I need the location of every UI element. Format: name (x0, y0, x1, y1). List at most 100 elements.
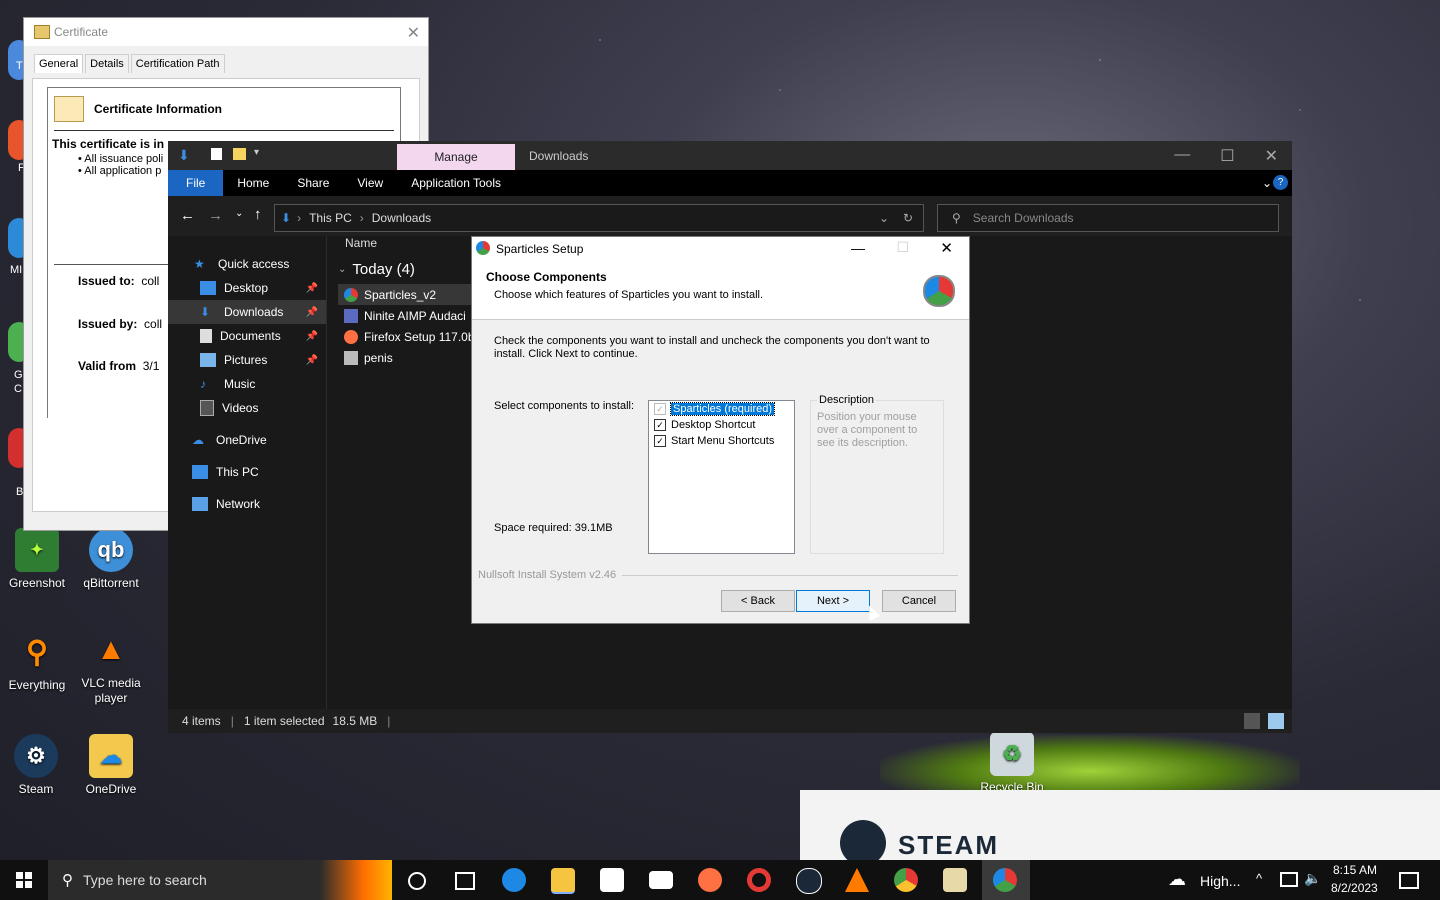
notifications-icon[interactable] (1399, 872, 1419, 889)
tab-certification-path[interactable]: Certification Path (130, 54, 225, 73)
breadcrumb-downloads[interactable]: Downloads (372, 211, 431, 225)
sparticles-setup-dialog[interactable]: Sparticles Setup — ☐ ✕ Choose Components… (471, 236, 970, 624)
weather-icon[interactable]: ☁ (1168, 869, 1186, 890)
setup-titlebar[interactable]: Sparticles Setup — ☐ ✕ (472, 237, 969, 261)
nav-music[interactable]: ♪ Music (168, 372, 326, 396)
maximize-icon[interactable]: ☐ (1220, 146, 1234, 166)
minimize-icon[interactable]: — (1174, 146, 1190, 166)
steam-startup-popup[interactable]: STEAM (800, 790, 1440, 866)
new-folder-icon[interactable] (233, 148, 246, 160)
file-explorer-icon[interactable] (551, 868, 575, 894)
checkbox[interactable]: ✓ (654, 419, 666, 431)
setup-header: Choose Components Choose which features … (472, 261, 969, 320)
microsoft-store-icon[interactable] (600, 868, 624, 892)
forward-arrow-icon[interactable]: → (208, 207, 223, 224)
close-icon[interactable]: ✕ (1265, 146, 1278, 166)
tab-file[interactable]: File (168, 170, 224, 196)
certificate-titlebar[interactable]: Certificate ✕ (24, 18, 428, 46)
nav-network[interactable]: Network (168, 492, 326, 516)
desktop-icon-qbittorrent[interactable]: qb qBittorrent (75, 528, 147, 590)
large-icons-view-icon[interactable] (1268, 713, 1284, 729)
certificate-window-icon[interactable] (943, 868, 967, 892)
file-item[interactable]: Sparticles_v2 (338, 284, 474, 305)
tab-share[interactable]: Share (283, 176, 343, 190)
desktop-icon-onedrive[interactable]: ☁ OneDrive (75, 734, 147, 796)
close-icon[interactable]: ✕ (940, 239, 953, 257)
mail-icon[interactable] (649, 871, 673, 889)
properties-icon[interactable] (211, 148, 222, 160)
file-item[interactable]: Firefox Setup 117.0b (338, 326, 475, 347)
group-header-today[interactable]: ⌄ Today (4) (338, 254, 475, 284)
components-tree[interactable]: ✓ Sparticles (required) ✓ Desktop Shortc… (648, 400, 795, 554)
nav-this-pc[interactable]: This PC (168, 460, 326, 484)
taskbar-search-input[interactable]: ⚲ Type here to search (48, 860, 392, 900)
customize-toolbar-icon[interactable]: ▾ (254, 147, 259, 158)
help-icon[interactable]: ? (1273, 175, 1288, 190)
tab-details[interactable]: Details (85, 54, 129, 73)
tab-home[interactable]: Home (223, 176, 283, 190)
next-button[interactable]: Next > (796, 590, 870, 612)
component-item[interactable]: ✓ Start Menu Shortcuts (649, 433, 794, 449)
checkbox[interactable]: ✓ (654, 435, 666, 447)
task-view-icon[interactable] (455, 872, 475, 890)
file-item[interactable]: penis (338, 347, 475, 368)
windows-start-icon[interactable] (16, 872, 32, 888)
pin-icon[interactable]: 📌 (306, 307, 318, 318)
component-item[interactable]: ✓ Desktop Shortcut (649, 417, 794, 433)
explorer-titlebar[interactable]: ⬇ ▾ Manage Downloads — ☐ ✕ (168, 141, 1292, 170)
edge-icon[interactable] (502, 868, 526, 892)
volume-muted-icon[interactable]: 🔈 (1304, 870, 1321, 887)
recent-chevron-icon[interactable]: ⌄ (235, 208, 243, 219)
firefox-icon[interactable] (698, 868, 722, 892)
nav-videos[interactable]: Videos (168, 396, 326, 420)
weather-text[interactable]: High... (1200, 873, 1240, 889)
pin-icon[interactable]: 📌 (306, 331, 318, 342)
chrome-icon[interactable] (894, 868, 918, 892)
breadcrumb-this-pc[interactable]: This PC (309, 211, 352, 225)
chevron-down-icon[interactable]: ⌄ (1262, 176, 1272, 190)
nav-documents[interactable]: Documents 📌 (168, 324, 326, 348)
nav-desktop[interactable]: Desktop 📌 (168, 276, 326, 300)
nav-onedrive[interactable]: ☁ OneDrive (168, 428, 326, 452)
star-icon: ★ (194, 257, 205, 271)
back-button[interactable]: < Back (721, 590, 795, 612)
desktop-icon-vlc[interactable]: ▲ VLC media player (75, 628, 147, 706)
desktop-icon-greenshot[interactable]: ✦ Greenshot (1, 528, 73, 590)
file-item[interactable]: Ninite AIMP Audaci (338, 305, 475, 326)
nav-pictures[interactable]: Pictures 📌 (168, 348, 326, 372)
desktop-icon-everything[interactable]: ⚲ Everything (1, 630, 73, 693)
pin-icon[interactable]: 📌 (306, 283, 318, 294)
tab-view[interactable]: View (343, 176, 397, 190)
network-status-icon[interactable] (1280, 872, 1298, 887)
desktop-icon-recycle-bin[interactable]: ♻ Recycle Bin (976, 732, 1048, 794)
close-icon[interactable]: ✕ (407, 23, 420, 43)
up-arrow-icon[interactable]: ↑ (254, 206, 262, 223)
steam-icon[interactable] (796, 868, 822, 894)
desktop-icon-steam[interactable]: ⚙ Steam (0, 734, 72, 796)
column-header-name[interactable]: Name (345, 236, 475, 254)
nav-quick-access[interactable]: ★ Quick access (168, 252, 326, 276)
address-dropdown-icon[interactable]: ⌄ (879, 211, 889, 225)
component-item[interactable]: ✓ Sparticles (required) (649, 401, 794, 417)
pin-icon[interactable]: 📌 (306, 355, 318, 366)
opera-icon[interactable] (747, 868, 771, 892)
chevron-down-icon[interactable]: ⌄ (338, 264, 346, 275)
tab-manage[interactable]: Manage (397, 144, 515, 170)
refresh-icon[interactable]: ↻ (903, 211, 913, 225)
tab-general[interactable]: General (34, 54, 84, 73)
cancel-button[interactable]: Cancel (882, 590, 956, 612)
clock-time[interactable]: 8:15 AM (1333, 863, 1377, 877)
clock-date[interactable]: 8/2/2023 (1331, 881, 1378, 895)
cortana-icon[interactable] (408, 872, 426, 890)
minimize-icon[interactable]: — (851, 240, 865, 256)
address-bar[interactable]: ⬇ › This PC › Downloads ⌄ ↻ (274, 204, 924, 232)
show-hidden-icons-icon[interactable]: ^ (1256, 871, 1262, 886)
back-arrow-icon[interactable]: ← (180, 207, 195, 224)
search-downloads-input[interactable]: ⚲ Search Downloads (937, 204, 1279, 232)
tab-application-tools[interactable]: Application Tools (397, 176, 515, 190)
details-view-icon[interactable] (1244, 713, 1260, 729)
download-arrow-icon[interactable]: ⬇ (178, 147, 190, 164)
sparticles-setup-icon[interactable] (993, 868, 1017, 892)
vlc-icon[interactable] (845, 868, 869, 892)
nav-downloads[interactable]: ⬇ Downloads 📌 (168, 300, 326, 324)
